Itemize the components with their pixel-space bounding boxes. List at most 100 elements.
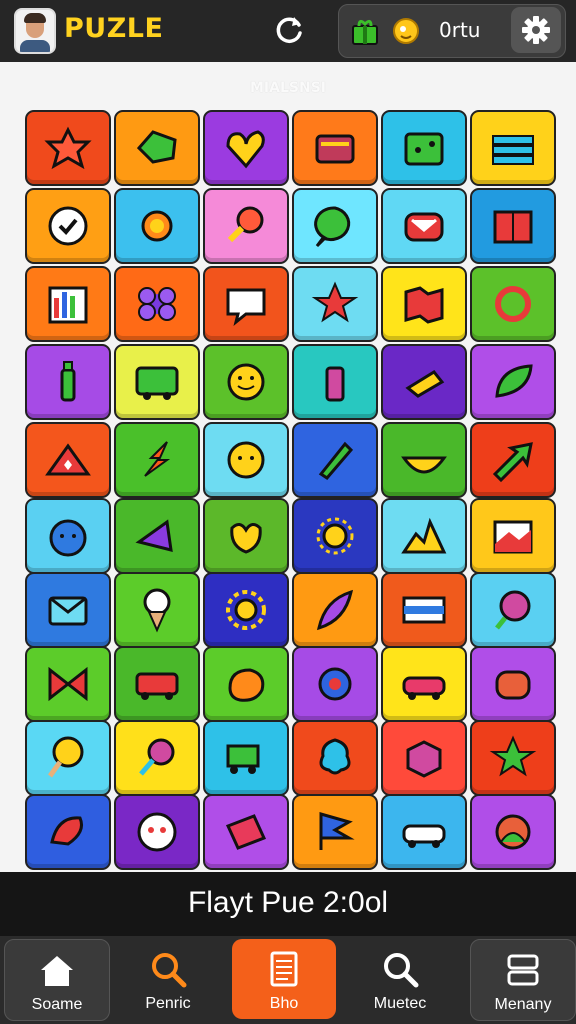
- puzzle-tile[interactable]: [25, 572, 111, 648]
- puzzle-board: MIALSNSI ♦: [0, 62, 576, 872]
- checkmark-icon: [48, 206, 88, 246]
- puzzle-tile[interactable]: [114, 794, 200, 870]
- dice-box-icon: [404, 132, 444, 166]
- puzzle-tile[interactable]: [292, 344, 378, 420]
- puzzle-tile[interactable]: [381, 266, 467, 342]
- house-icon: ♦: [45, 443, 91, 476]
- bow-icon: [48, 666, 88, 702]
- nav-item-5[interactable]: Menany: [470, 939, 576, 1021]
- puzzle-tile[interactable]: [292, 794, 378, 870]
- puzzle-tile[interactable]: [292, 110, 378, 186]
- puzzle-tile[interactable]: [292, 266, 378, 342]
- puzzle-tile[interactable]: [203, 422, 289, 498]
- puzzle-tile[interactable]: ♦: [25, 422, 111, 498]
- puzzle-tile[interactable]: [25, 188, 111, 264]
- puzzle-tile[interactable]: [114, 720, 200, 796]
- nav-item-3[interactable]: Bho: [232, 939, 336, 1019]
- bus-icon: [135, 366, 179, 400]
- face-icon: [137, 812, 177, 852]
- snail-icon: [495, 814, 531, 850]
- nav-label: Menany: [494, 996, 552, 1013]
- sun-face-icon: [227, 441, 265, 479]
- heart-swirl-icon: [226, 130, 265, 169]
- puzzle-tile[interactable]: [381, 498, 467, 574]
- currency-bar: 0rtu: [338, 4, 566, 58]
- status-bar: Flayt Pue 2:0ol: [0, 872, 576, 936]
- puzzle-tile[interactable]: [25, 110, 111, 186]
- search-icon: [152, 953, 187, 988]
- puzzle-tile[interactable]: [292, 422, 378, 498]
- puzzle-tile[interactable]: [114, 344, 200, 420]
- puzzle-tile[interactable]: [203, 720, 289, 796]
- lollipop-icon: [47, 736, 84, 778]
- chat-bubble-icon: [314, 206, 351, 248]
- nav-item-2[interactable]: Penric: [116, 939, 220, 1019]
- puzzle-tile[interactable]: [292, 498, 378, 574]
- puzzle-tile[interactable]: [470, 572, 556, 648]
- puzzle-tile[interactable]: [381, 794, 467, 870]
- puzzle-tile[interactable]: [381, 572, 467, 648]
- puzzle-tile[interactable]: [114, 572, 200, 648]
- puzzle-tile[interactable]: [292, 646, 378, 722]
- jar-icon: [325, 366, 345, 402]
- puzzle-tile[interactable]: [381, 646, 467, 722]
- icecream-icon: [143, 588, 171, 633]
- puzzle-tile[interactable]: [292, 572, 378, 648]
- drumstick-icon: [227, 206, 264, 243]
- nav-item-1[interactable]: Soame: [4, 939, 110, 1021]
- puzzle-tile[interactable]: [470, 188, 556, 264]
- puzzle-tile[interactable]: [114, 266, 200, 342]
- puzzle-tile[interactable]: [470, 422, 556, 498]
- avatar[interactable]: [14, 8, 56, 54]
- puzzle-tile[interactable]: [203, 646, 289, 722]
- puzzle-tile[interactable]: [203, 344, 289, 420]
- refresh-icon[interactable]: [272, 13, 306, 47]
- puzzle-tile[interactable]: [381, 110, 467, 186]
- puzzle-tile[interactable]: [25, 498, 111, 574]
- puzzle-tile[interactable]: [114, 110, 200, 186]
- coin-amount: 0rtu: [439, 18, 481, 42]
- puzzle-tile[interactable]: [114, 646, 200, 722]
- red-book-icon: [493, 210, 533, 244]
- puzzle-tile[interactable]: [381, 344, 467, 420]
- nav-item-4[interactable]: Muetec: [348, 939, 452, 1019]
- puzzle-tile[interactable]: [25, 720, 111, 796]
- puzzle-tile[interactable]: [470, 344, 556, 420]
- puzzle-tile[interactable]: [470, 720, 556, 796]
- gift-icon[interactable]: [351, 16, 379, 46]
- status-text: Flayt Pue 2:0ol: [187, 886, 389, 919]
- puzzle-tile[interactable]: [25, 266, 111, 342]
- pennant-icon: [319, 812, 355, 850]
- puzzle-tile[interactable]: [470, 794, 556, 870]
- puzzle-tile[interactable]: [25, 646, 111, 722]
- puzzle-tile[interactable]: [203, 794, 289, 870]
- smiley-blob-icon: [227, 363, 265, 401]
- puzzle-tile[interactable]: [203, 572, 289, 648]
- puzzle-tile[interactable]: [381, 188, 467, 264]
- puzzle-tile[interactable]: [25, 794, 111, 870]
- puzzle-tile[interactable]: [203, 266, 289, 342]
- puzzle-tile[interactable]: [203, 188, 289, 264]
- green-star-icon: [489, 735, 537, 777]
- puzzle-tile[interactable]: [114, 498, 200, 574]
- puzzle-tile[interactable]: [381, 720, 467, 796]
- glove-icon: [136, 130, 177, 164]
- puzzle-tile[interactable]: [470, 110, 556, 186]
- puzzle-tile[interactable]: [292, 720, 378, 796]
- book-stack-icon: [492, 135, 534, 165]
- settings-gear-icon: [522, 16, 550, 44]
- settings-button[interactable]: [511, 7, 561, 53]
- puzzle-tile[interactable]: [114, 188, 200, 264]
- flower-icon: [138, 287, 176, 321]
- puzzle-tile[interactable]: [470, 646, 556, 722]
- puzzle-tile[interactable]: [470, 266, 556, 342]
- cube-icon: [406, 740, 442, 778]
- puzzle-tile[interactable]: [203, 498, 289, 574]
- puzzle-tile[interactable]: [470, 498, 556, 574]
- puzzle-tile[interactable]: [292, 188, 378, 264]
- puzzle-tile[interactable]: [114, 422, 200, 498]
- puzzle-tile[interactable]: [25, 344, 111, 420]
- puzzle-tile[interactable]: [381, 422, 467, 498]
- search-icon: [384, 953, 419, 988]
- puzzle-tile[interactable]: [203, 110, 289, 186]
